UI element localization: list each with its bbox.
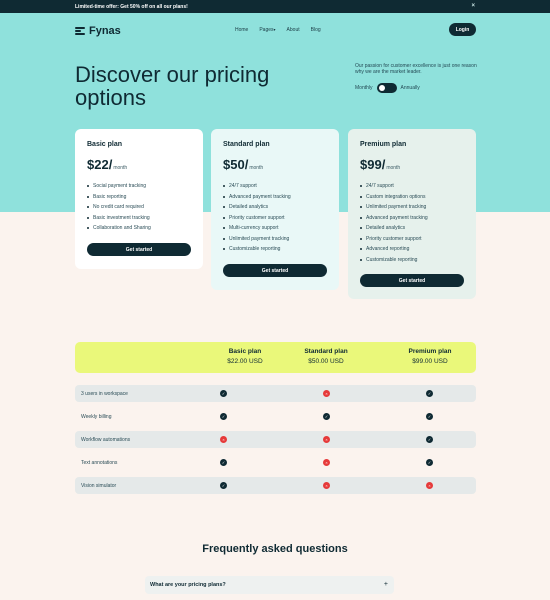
comparison-row: 3 users in workspace ✓ × ✓ [75, 385, 476, 402]
plan-price: $50/month [223, 157, 264, 172]
billing-toggle-row: Monthly Annually [355, 83, 420, 93]
cross-icon: × [426, 482, 433, 489]
plan-price: $22/month [87, 157, 128, 172]
check-icon: ✓ [323, 413, 330, 420]
comparison-feature-label: Weekly billing [81, 413, 112, 420]
feature-item: Detailed analytics [360, 223, 464, 234]
plan-price: $99/month [360, 157, 401, 172]
logo-icon [75, 27, 85, 35]
plan-name: Standard plan [223, 141, 270, 148]
comparison-row: Weekly billing ✓ ✓ ✓ [75, 408, 476, 425]
feature-item: Detailed analytics [223, 202, 327, 213]
comparison-feature-label: Vision simulator [81, 482, 117, 489]
comparison-feature-label: 3 users in workspace [81, 390, 128, 397]
check-icon: ✓ [220, 459, 227, 466]
feature-item: Basic investment tracking [87, 213, 191, 224]
billing-toggle[interactable] [376, 83, 397, 93]
faq-item[interactable]: What are your pricing plans? + [145, 576, 394, 594]
feature-item: Multi-currency support [223, 223, 327, 234]
comparison-feature-label: Text annotations [81, 459, 118, 466]
pricing-card-standard: Standard plan $50/month 24/7 support Adv… [211, 129, 339, 290]
comparison-column-standard: Standard plan $50.00 USD [304, 348, 348, 365]
billing-monthly-label: Monthly [355, 85, 373, 91]
faq-question: What are your pricing plans? [150, 582, 226, 588]
check-icon: ✓ [426, 459, 433, 466]
brand-logo[interactable]: Fynas [75, 25, 121, 37]
feature-item: Social payment tracking [87, 181, 191, 192]
feature-item: No credit card required [87, 202, 191, 213]
hero-tagline: Our passion for customer excellence is j… [355, 63, 477, 75]
promo-bar: Limited-time offer: Get 50% off on all o… [0, 0, 550, 13]
feature-item: Advanced reporting [360, 244, 464, 255]
get-started-button[interactable]: Get started [87, 243, 191, 256]
feature-item: Priority customer support [223, 213, 327, 224]
comparison-row: Vision simulator ✓ × × [75, 477, 476, 494]
plus-icon[interactable]: + [384, 581, 388, 588]
pricing-card-basic: Basic plan $22/month Social payment trac… [75, 129, 203, 269]
check-icon: ✓ [426, 413, 433, 420]
feature-list: Social payment tracking Basic reporting … [87, 181, 191, 234]
faq-title: Frequently asked questions [202, 543, 348, 555]
check-icon: ✓ [426, 390, 433, 397]
nav-link-pages[interactable]: Pages▾ [259, 27, 275, 33]
comparison-feature-label: Workflow automations [81, 436, 131, 443]
feature-list: 24/7 support Advanced payment tracking D… [223, 181, 327, 255]
close-icon[interactable]: × [471, 3, 475, 9]
comparison-row: Workflow automations × × ✓ [75, 431, 476, 448]
get-started-button[interactable]: Get started [223, 264, 327, 277]
pricing-card-premium: Premium plan $99/month 24/7 support Cust… [348, 129, 476, 299]
feature-item: Advanced payment tracking [223, 192, 327, 203]
nav-link-home[interactable]: Home [235, 27, 248, 33]
feature-item: Custom integration options [360, 192, 464, 203]
plan-name: Premium plan [360, 141, 407, 148]
billing-annually-label: Annually [400, 85, 420, 91]
feature-item: Priority customer support [360, 234, 464, 245]
cross-icon: × [220, 436, 227, 443]
comparison-header: Basic plan $22.00 USD Standard plan $50.… [75, 342, 476, 373]
plan-name: Basic plan [87, 141, 123, 148]
feature-item: 24/7 support [360, 181, 464, 192]
comparison-row: Text annotations ✓ × ✓ [75, 454, 476, 471]
feature-item: Advanced payment tracking [360, 213, 464, 224]
check-icon: ✓ [220, 482, 227, 489]
main-menu: Home Pages▾ About Blog [235, 27, 321, 33]
nav-link-about[interactable]: About [287, 27, 300, 33]
cross-icon: × [323, 482, 330, 489]
top-nav: Fynas Home Pages▾ About Blog Login [75, 23, 476, 39]
page-title: Discover our pricing options [75, 62, 270, 110]
feature-item: Customizable reporting [360, 255, 464, 266]
feature-item: 24/7 support [223, 181, 327, 192]
check-icon: ✓ [220, 413, 227, 420]
feature-item: Unlimited payment tracking [360, 202, 464, 213]
chevron-down-icon: ▾ [273, 27, 276, 32]
feature-item: Customizable reporting [223, 244, 327, 255]
cross-icon: × [323, 459, 330, 466]
comparison-column-premium: Premium plan $99.00 USD [408, 348, 452, 365]
check-icon: ✓ [220, 390, 227, 397]
nav-link-blog[interactable]: Blog [311, 27, 321, 33]
check-icon: ✓ [426, 436, 433, 443]
get-started-button[interactable]: Get started [360, 274, 464, 287]
login-button[interactable]: Login [449, 23, 476, 36]
feature-item: Basic reporting [87, 192, 191, 203]
brand-name: Fynas [89, 25, 121, 37]
cross-icon: × [323, 390, 330, 397]
feature-list: 24/7 support Custom integration options … [360, 181, 464, 265]
cross-icon: × [323, 436, 330, 443]
feature-item: Unlimited payment tracking [223, 234, 327, 245]
promo-text: Limited-time offer: Get 50% off on all o… [75, 3, 188, 10]
feature-item: Collaboration and Sharing [87, 223, 191, 234]
